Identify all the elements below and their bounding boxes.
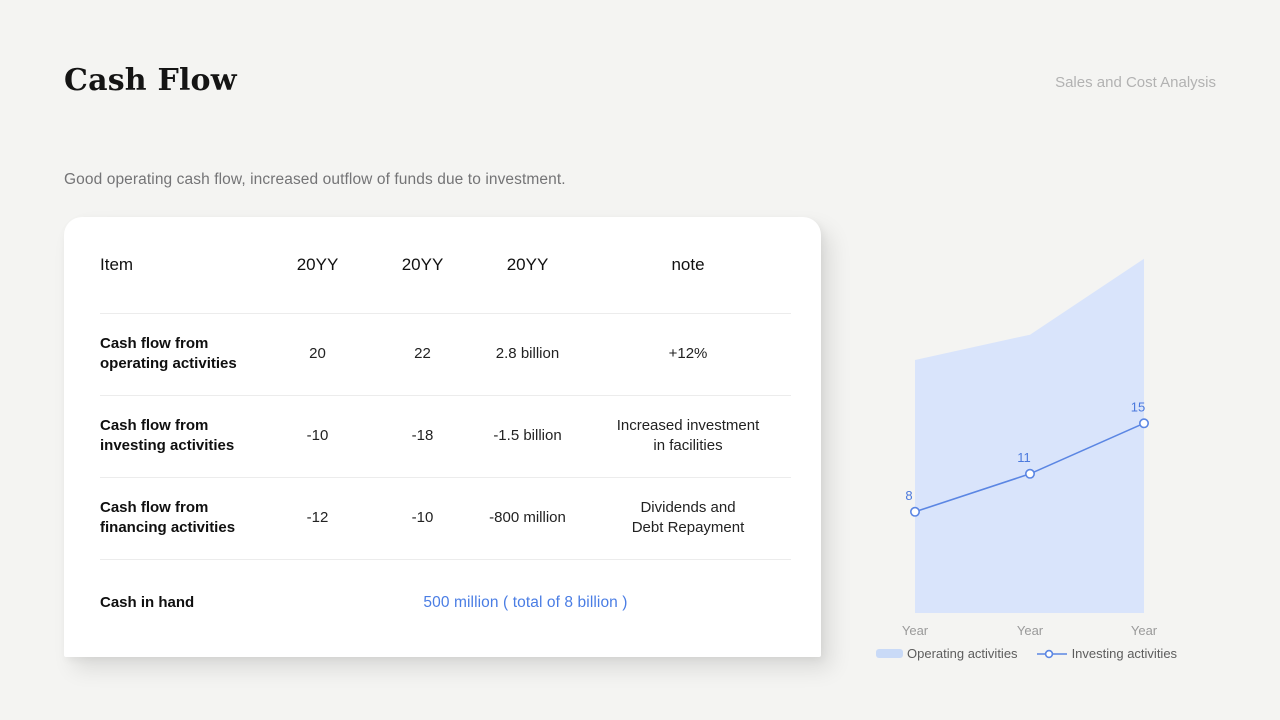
- x-axis-label-0: Year: [902, 623, 929, 638]
- slide-description: Good operating cash flow, increased outf…: [64, 171, 566, 189]
- cash-flow-table-card: Item 20YY 20YY 20YY note Cash flow from …: [64, 217, 821, 657]
- legend-item-investing: Investing activities: [1036, 646, 1178, 661]
- investing-point-0: [911, 508, 919, 516]
- line-marker-icon: [1036, 649, 1068, 659]
- investing-point-2: [1140, 419, 1148, 427]
- row-label: Cash flow from operating activities: [100, 313, 260, 395]
- page-title: Cash Flow: [64, 63, 237, 98]
- chart-plot-area: 8 11 15 Year Year Year: [860, 250, 1230, 642]
- legend-item-operating: Operating activities: [876, 646, 1018, 661]
- cash-in-hand-value: 500 million ( total of 8 billion ): [260, 559, 791, 647]
- investing-point-label-1: 11: [1017, 450, 1031, 465]
- cell-value: 22: [375, 313, 470, 395]
- row-label: Cash in hand: [100, 559, 260, 647]
- table-row-financing: Cash flow from financing activities -12 …: [100, 477, 791, 559]
- operating-swatch-icon: [876, 649, 903, 658]
- investing-point-label-0: 8: [905, 488, 912, 503]
- cell-value: -18: [375, 395, 470, 477]
- col-header-year1: 20YY: [260, 217, 375, 313]
- cell-value: -800 million: [470, 477, 585, 559]
- cell-value: -12: [260, 477, 375, 559]
- x-axis-label-2: Year: [1131, 623, 1158, 638]
- col-header-year3: 20YY: [470, 217, 585, 313]
- cell-value: 2.8 billion: [470, 313, 585, 395]
- col-header-year2: 20YY: [375, 217, 470, 313]
- row-label: Cash flow from financing activities: [100, 477, 260, 559]
- header-subtitle-right: Sales and Cost Analysis: [1055, 74, 1216, 91]
- cash-flow-table: Item 20YY 20YY 20YY note Cash flow from …: [100, 217, 791, 647]
- legend-label-operating: Operating activities: [907, 646, 1018, 661]
- row-label: Cash flow from investing activities: [100, 395, 260, 477]
- col-header-item: Item: [100, 217, 260, 313]
- cell-value: -1.5 billion: [470, 395, 585, 477]
- x-axis-label-1: Year: [1017, 623, 1044, 638]
- cell-note: Increased investment in facilities: [585, 395, 791, 477]
- col-header-note: note: [585, 217, 791, 313]
- table-header-row: Item 20YY 20YY 20YY note: [100, 217, 791, 313]
- table-row-cash-in-hand: Cash in hand 500 million ( total of 8 bi…: [100, 559, 791, 647]
- cell-note: Dividends and Debt Repayment: [585, 477, 791, 559]
- cash-flow-chart: 8 11 15 Year Year Year Operating activit…: [860, 250, 1230, 680]
- cell-note: +12%: [585, 313, 791, 395]
- investing-point-label-2: 15: [1131, 399, 1145, 414]
- cell-value: 20: [260, 313, 375, 395]
- table-row-operating: Cash flow from operating activities 20 2…: [100, 313, 791, 395]
- investing-point-1: [1026, 470, 1034, 478]
- cell-value: -10: [260, 395, 375, 477]
- chart-legend: Operating activities Investing activitie…: [876, 646, 1177, 661]
- operating-area-series: [915, 259, 1144, 613]
- table-row-investing: Cash flow from investing activities -10 …: [100, 395, 791, 477]
- legend-label-investing: Investing activities: [1072, 646, 1178, 661]
- slide: Cash Flow Sales and Cost Analysis Good o…: [0, 0, 1280, 720]
- cell-value: -10: [375, 477, 470, 559]
